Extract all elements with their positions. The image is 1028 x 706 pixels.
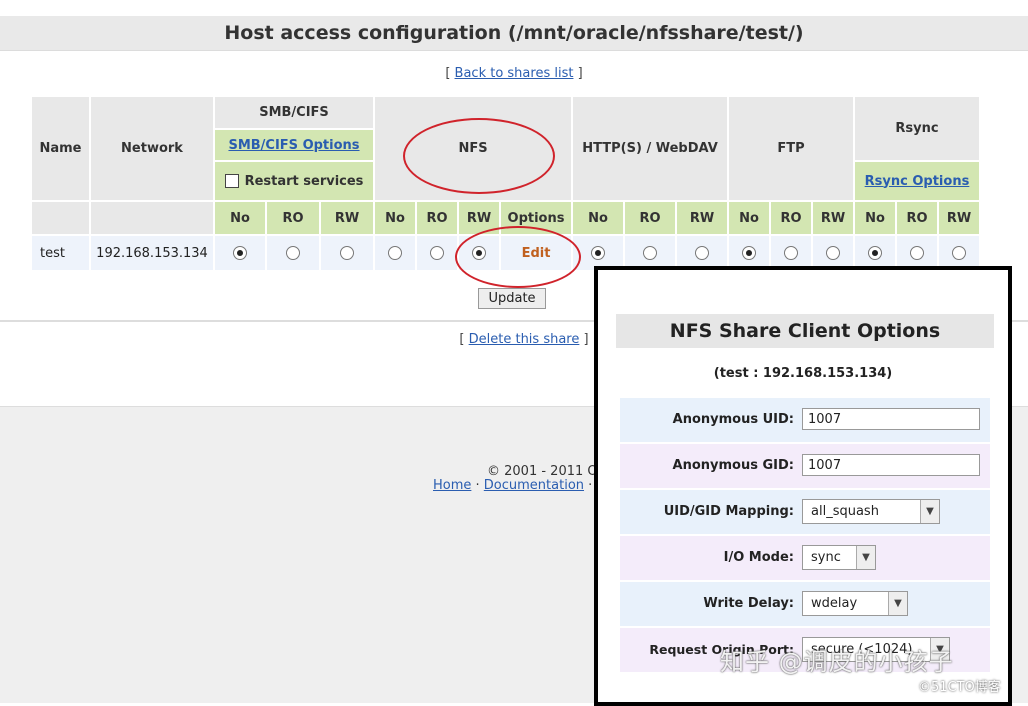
nfs-client-options-popup: NFS Share Client Options (test : 192.168… [594, 266, 1012, 706]
row-name: test [30, 234, 91, 272]
delete-share-link[interactable]: Delete this share [469, 332, 580, 347]
footer-home-link[interactable]: Home [433, 478, 471, 493]
smb-no-header: No [213, 200, 267, 236]
http-ro-header: RO [623, 200, 677, 236]
ftp-rw-radio[interactable] [826, 246, 840, 260]
nfs-ro-radio[interactable] [430, 246, 444, 260]
smb-ro-header: RO [265, 200, 321, 236]
anon-gid-row: Anonymous GID: 1007 [620, 444, 990, 488]
anon-gid-input[interactable]: 1007 [802, 454, 980, 476]
rsync-rw-radio[interactable] [952, 246, 966, 260]
restart-services-checkbox[interactable] [224, 174, 239, 188]
smb-header: SMB/CIFS [213, 95, 375, 130]
rsync-no-header: No [853, 200, 897, 236]
nfs-no-header: No [373, 200, 417, 236]
io-mode-select[interactable]: sync ▼ [802, 545, 876, 570]
smb-options-link[interactable]: SMB/CIFS Options [228, 138, 359, 153]
rsync-header: Rsync [853, 95, 981, 162]
ftp-ro-radio[interactable] [784, 246, 798, 260]
col-network-header: Network [89, 95, 215, 202]
footer-documentation-link[interactable]: Documentation [484, 478, 584, 493]
row-network: 192.168.153.134 [89, 234, 215, 272]
http-no-radio[interactable] [591, 246, 605, 260]
uid-gid-mapping-label: UID/GID Mapping: [663, 504, 794, 519]
anon-gid-label: Anonymous GID: [672, 458, 794, 473]
uid-gid-mapping-row: UID/GID Mapping: all_squash ▼ [620, 490, 990, 534]
io-mode-label: I/O Mode: [723, 550, 794, 565]
smb-options-cell: SMB/CIFS Options [213, 128, 375, 162]
rsync-no-radio[interactable] [868, 246, 882, 260]
copyright-text: © 2001 - 2011 O [487, 464, 598, 479]
nfs-highlight-ellipse [403, 118, 555, 194]
anon-uid-label: Anonymous UID: [672, 412, 794, 427]
back-link-wrapper: [ Back to shares list ] [445, 66, 583, 81]
ftp-no-radio[interactable] [742, 246, 756, 260]
rsync-options-cell: Rsync Options [853, 160, 981, 202]
http-rw-radio[interactable] [695, 246, 709, 260]
watermark-text: 知乎 @调皮的小孩子 [720, 648, 954, 676]
http-rw-header: RW [675, 200, 729, 236]
chevron-down-icon: ▼ [856, 546, 875, 569]
ftp-no-header: No [727, 200, 771, 236]
edit-highlight-ellipse [455, 226, 581, 288]
smb-ro-radio[interactable] [286, 246, 300, 260]
smb-rw-header: RW [319, 200, 375, 236]
chevron-down-icon: ▼ [920, 500, 939, 523]
rsync-ro-radio[interactable] [910, 246, 924, 260]
chevron-down-icon: ▼ [888, 592, 907, 615]
write-delay-select[interactable]: wdelay ▼ [802, 591, 908, 616]
anon-uid-input[interactable]: 1007 [802, 408, 980, 430]
restart-services-cell: Restart services [213, 160, 375, 202]
http-ro-radio[interactable] [643, 246, 657, 260]
ftp-ro-header: RO [769, 200, 813, 236]
nfs-ro-header: RO [415, 200, 459, 236]
footer-links: Home · Documentation · S [433, 478, 605, 493]
restart-services-label: Restart services [244, 173, 364, 189]
ftp-rw-header: RW [811, 200, 855, 236]
anon-uid-row: Anonymous UID: 1007 [620, 398, 990, 442]
http-header: HTTP(S) / WebDAV [571, 95, 729, 202]
ftp-header: FTP [727, 95, 855, 202]
write-delay-row: Write Delay: wdelay ▼ [620, 582, 990, 626]
rsync-ro-header: RO [895, 200, 939, 236]
popup-subtitle: (test : 192.168.153.134) [713, 366, 893, 381]
page-title: Host access configuration (/mnt/oracle/n… [0, 16, 1028, 51]
uid-gid-mapping-select[interactable]: all_squash ▼ [802, 499, 940, 524]
http-no-header: No [571, 200, 625, 236]
popup-title: NFS Share Client Options [616, 314, 994, 348]
rsync-options-link[interactable]: Rsync Options [865, 174, 970, 189]
watermark-text-2: ©51CTO博客 [918, 680, 1001, 695]
nfs-no-radio[interactable] [388, 246, 402, 260]
io-mode-row: I/O Mode: sync ▼ [620, 536, 990, 580]
rsync-rw-header: RW [937, 200, 981, 236]
col-name-header: Name [30, 95, 91, 202]
smb-rw-radio[interactable] [340, 246, 354, 260]
back-to-shares-link[interactable]: Back to shares list [455, 66, 574, 81]
update-button[interactable]: Update [478, 288, 546, 309]
smb-no-radio[interactable] [233, 246, 247, 260]
write-delay-label: Write Delay: [703, 596, 794, 611]
